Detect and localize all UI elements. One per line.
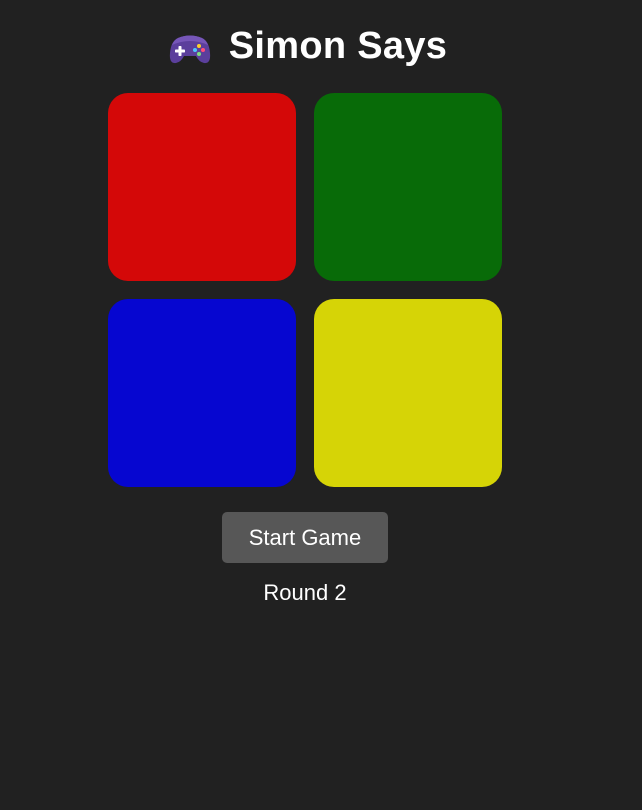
start-game-button[interactable]: Start Game bbox=[222, 512, 388, 563]
yellow-pad[interactable] bbox=[314, 299, 502, 487]
blue-pad[interactable] bbox=[108, 299, 296, 487]
video-game-controller-icon bbox=[169, 35, 210, 64]
page-title: Simon Says bbox=[228, 25, 448, 67]
green-pad[interactable] bbox=[314, 93, 502, 281]
red-pad[interactable] bbox=[108, 93, 296, 281]
game-header: Simon Says bbox=[0, 22, 616, 70]
round-counter: Round 2 bbox=[263, 580, 347, 605]
